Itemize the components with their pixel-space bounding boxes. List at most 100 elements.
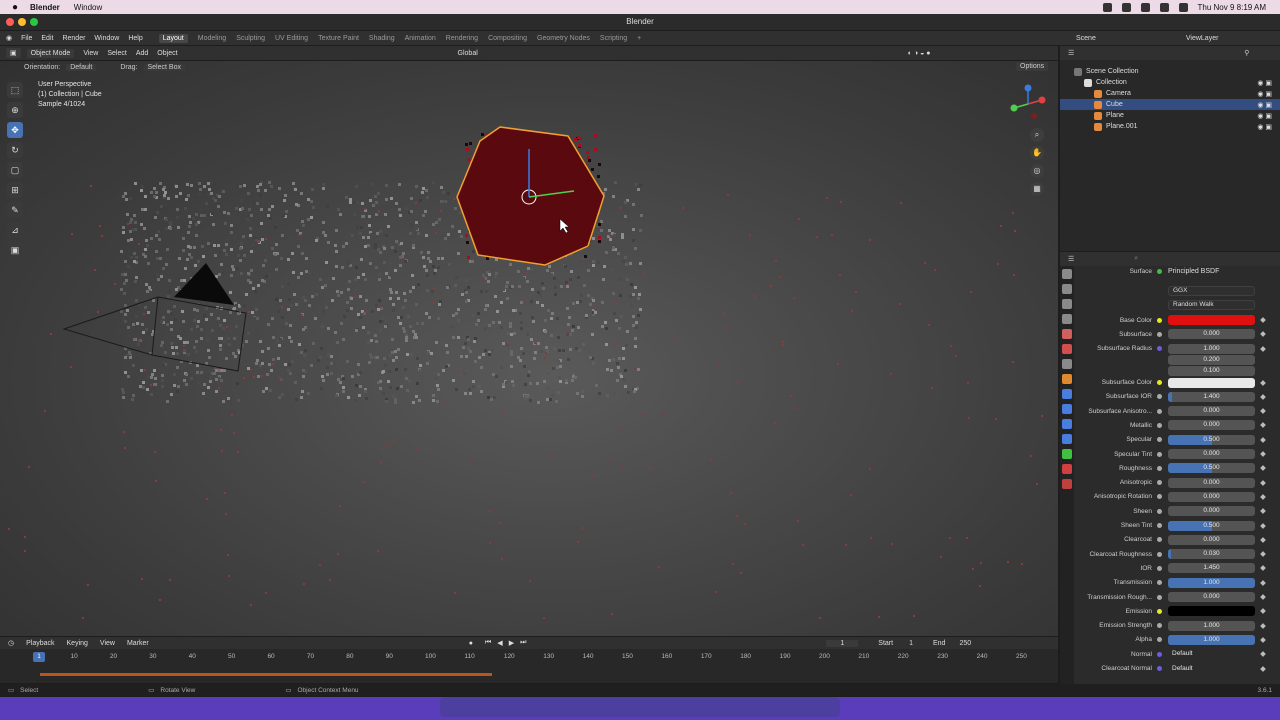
socket-icon[interactable]	[1157, 666, 1162, 671]
end-frame-field[interactable]: 250	[959, 640, 971, 647]
keyframe-icon[interactable]	[1260, 422, 1266, 429]
tab-rendering[interactable]: Rendering	[446, 35, 478, 42]
render-tab-icon[interactable]	[1062, 284, 1072, 294]
menu-window[interactable]: Window	[94, 35, 119, 42]
playhead[interactable]: 1	[33, 652, 45, 662]
keyframe-icon[interactable]	[1260, 622, 1266, 629]
socket-icon[interactable]	[1157, 437, 1162, 443]
keyframe-icon[interactable]	[1260, 565, 1266, 572]
tab-modeling[interactable]: Modeling	[198, 35, 226, 42]
shading-mode-buttons[interactable]: ◐ ◑ ◒ ●	[908, 50, 931, 57]
socket-icon[interactable]	[1157, 268, 1162, 274]
keyframe-icon[interactable]	[1260, 608, 1266, 615]
color-swatch[interactable]	[1168, 606, 1255, 617]
pan-hand-icon[interactable]: ✋	[1030, 146, 1044, 160]
tab-compositing[interactable]: Compositing	[488, 35, 527, 42]
socket-icon[interactable]	[1157, 394, 1162, 400]
camera-view-icon[interactable]: ◎	[1030, 164, 1044, 178]
tab-sculpting[interactable]: Sculpting	[236, 35, 265, 42]
control-center-icon[interactable]	[1178, 2, 1188, 12]
app-name-menu[interactable]: Blender	[30, 3, 60, 12]
outliner-scene-collection[interactable]: Scene Collection	[1060, 66, 1280, 77]
rotate-tool-icon[interactable]: ↻	[7, 142, 23, 158]
color-swatch[interactable]	[1168, 377, 1255, 388]
keyframe-icon[interactable]	[1260, 522, 1266, 529]
keyframe-icon[interactable]	[1260, 357, 1266, 363]
keyframe-icon[interactable]	[1260, 508, 1266, 515]
socket-icon[interactable]	[1157, 422, 1162, 428]
keyframe-icon[interactable]	[1260, 368, 1266, 374]
keyframe-icon[interactable]	[1260, 451, 1266, 457]
outliner-editor-icon[interactable]: ☰	[1068, 49, 1074, 57]
keyframe-icon[interactable]	[1260, 465, 1266, 472]
annotate-tool-icon[interactable]: ✎	[7, 202, 23, 218]
property-value-field[interactable]: 0.100	[1168, 366, 1255, 377]
property-value-field[interactable]: 1.000	[1168, 620, 1255, 631]
keyframe-icon[interactable]	[1260, 345, 1266, 352]
collection-tab-icon[interactable]	[1062, 359, 1072, 369]
material-tab-icon[interactable]	[1062, 464, 1072, 474]
keyframe-icon[interactable]	[1260, 393, 1266, 400]
socket-icon[interactable]	[1157, 651, 1162, 657]
particles-tab-icon[interactable]	[1062, 404, 1072, 414]
object-tab-icon[interactable]	[1062, 374, 1072, 384]
timeline-editor-icon[interactable]: ◷	[8, 639, 14, 647]
properties-editor-icon[interactable]: ☰	[1068, 255, 1074, 263]
viewport-menu-add[interactable]: Add	[136, 50, 148, 57]
socket-icon[interactable]	[1157, 565, 1162, 571]
tool-tab-icon[interactable]	[1062, 269, 1072, 279]
property-value-field[interactable]: 0.000	[1168, 534, 1255, 545]
3d-viewport[interactable]	[0, 61, 1058, 636]
outliner-item[interactable]: Plane ◉ ▣	[1060, 110, 1280, 121]
close-window-button[interactable]	[6, 18, 14, 26]
property-value-field[interactable]: 1.000	[1168, 577, 1255, 588]
tab-texture-paint[interactable]: Texture Paint	[318, 35, 359, 42]
property-value-field[interactable]: 1.000	[1168, 343, 1255, 354]
property-value-field[interactable]: 0.000	[1168, 329, 1255, 340]
camera-object[interactable]	[62, 296, 247, 372]
outliner-item[interactable]: Cube ◉ ▣	[1060, 99, 1280, 110]
socket-icon[interactable]	[1157, 480, 1162, 486]
editor-type-button[interactable]: ▣	[6, 48, 21, 58]
viewport-menu-view[interactable]: View	[83, 50, 98, 57]
minimize-window-button[interactable]	[18, 18, 26, 26]
transform-orientation-selector[interactable]: Global	[458, 50, 478, 57]
property-value-field[interactable]: 0.500	[1168, 520, 1255, 531]
filter-icon[interactable]: ⚲	[1244, 49, 1249, 57]
search-icon[interactable]	[1159, 2, 1169, 12]
select-box-tool-icon[interactable]: ⬚	[7, 82, 23, 98]
record-button[interactable]: ●	[469, 640, 473, 647]
mode-selector[interactable]: Object Mode	[26, 48, 75, 58]
socket-icon[interactable]	[1157, 594, 1162, 600]
add-workspace-button[interactable]: +	[637, 35, 641, 42]
orientation-dropdown[interactable]: Default	[66, 64, 97, 71]
jump-end-icon[interactable]: ⏭	[520, 639, 526, 647]
color-swatch[interactable]	[1168, 315, 1255, 325]
property-value-field[interactable]: 0.000	[1168, 506, 1255, 517]
keyframe-icon[interactable]	[1260, 408, 1266, 414]
property-value-text[interactable]: Default	[1168, 664, 1255, 674]
keyframe-icon[interactable]	[1260, 594, 1266, 600]
apple-icon[interactable]: ●	[10, 2, 20, 13]
socket-icon[interactable]	[1157, 551, 1162, 557]
maximize-window-button[interactable]	[30, 18, 38, 26]
add-cube-tool-icon[interactable]: ▣	[7, 242, 23, 258]
navigation-gizmo[interactable]	[1006, 82, 1050, 126]
texture-tab-icon[interactable]	[1062, 479, 1072, 489]
menu-help[interactable]: Help	[128, 35, 142, 42]
visibility-toggle-icon[interactable]: ◉ ▣	[1257, 123, 1272, 131]
modifier-tab-icon[interactable]	[1062, 389, 1072, 399]
measure-tool-icon[interactable]: ⊿	[7, 222, 23, 238]
keyframe-icon[interactable]	[1260, 331, 1266, 338]
socket-icon[interactable]	[1157, 623, 1162, 629]
keyframe-icon[interactable]	[1260, 494, 1266, 500]
property-value-field[interactable]: 0.030	[1168, 549, 1255, 560]
outliner-item[interactable]: Camera ◉ ▣	[1060, 88, 1280, 99]
keyframe-icon[interactable]	[1260, 536, 1266, 543]
keyframe-icon[interactable]	[1260, 637, 1266, 643]
window-menu[interactable]: Window	[74, 3, 102, 12]
socket-icon[interactable]	[1157, 637, 1162, 643]
drag-dropdown[interactable]: Select Box	[143, 64, 185, 71]
outliner-item[interactable]: Plane.001 ◉ ▣	[1060, 121, 1280, 132]
record-icon[interactable]	[1102, 2, 1112, 12]
